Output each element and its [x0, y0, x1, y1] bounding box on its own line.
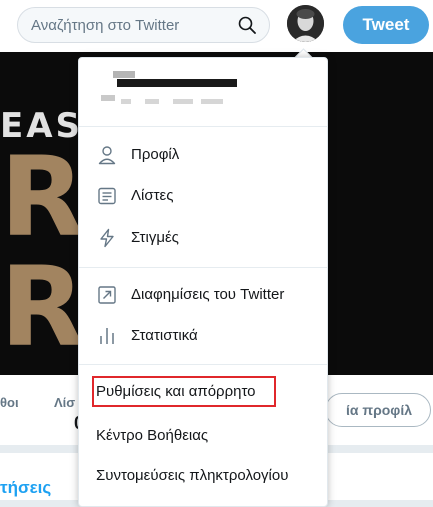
section-heading: τήσεις — [0, 478, 52, 497]
search-input[interactable]: Αναζήτηση στο Twitter — [17, 7, 270, 43]
menu-item-keyboard-shortcuts[interactable]: Συντομεύσεις πληκτρολογίου — [79, 457, 327, 497]
redacted-name — [117, 79, 237, 87]
menu-item-lists[interactable]: Λίστες — [79, 177, 327, 217]
menu-item-help-center[interactable]: Κέντρο Βοήθειας — [79, 417, 327, 457]
redacted-block — [113, 71, 135, 78]
menu-item-moments[interactable]: Στιγμές — [79, 219, 327, 259]
menu-item-analytics[interactable]: Στατιστικά — [79, 317, 327, 357]
divider — [79, 126, 327, 127]
menu-item-settings-privacy[interactable]: Ρυθμίσεις και απόρρητο — [79, 373, 327, 413]
menu-label-settings-privacy: Ρυθμίσεις και απόρρητο — [96, 383, 256, 400]
redacted-handle-3 — [145, 99, 159, 104]
menu-label-moments: Στιγμές — [131, 229, 179, 246]
moments-icon — [97, 228, 117, 248]
avatar[interactable] — [287, 5, 324, 42]
menu-label-analytics: Στατιστικά — [131, 327, 198, 344]
menu-label-twitter-ads: Διαφημίσεις του Twitter — [131, 286, 285, 303]
divider — [79, 267, 327, 268]
redacted-handle-2 — [121, 99, 131, 104]
profile-icon — [97, 145, 117, 165]
tab-lists-partial[interactable]: Λίσ — [54, 395, 75, 410]
user-info-redacted[interactable] — [79, 58, 327, 126]
tweet-button[interactable]: Tweet — [343, 6, 429, 44]
analytics-icon — [97, 326, 117, 346]
search-placeholder: Αναζήτηση στο Twitter — [31, 17, 180, 34]
divider — [79, 364, 327, 365]
redacted-handle-1 — [101, 95, 115, 101]
lists-icon — [97, 186, 117, 206]
menu-label-lists: Λίστες — [131, 187, 174, 204]
edit-profile-button[interactable]: ία προφίλ — [325, 393, 431, 427]
redacted-handle-5 — [201, 99, 223, 104]
ads-icon — [97, 285, 117, 305]
menu-item-twitter-ads[interactable]: Διαφημίσεις του Twitter — [79, 276, 327, 316]
menu-label-keyboard-shortcuts: Συντομεύσεις πληκτρολογίου — [96, 467, 289, 484]
account-dropdown-menu: Προφίλ Λίστες Στιγμές Διαφημίσεις του Tw… — [78, 57, 328, 507]
redacted-handle-4 — [173, 99, 193, 104]
search-icon[interactable] — [237, 15, 257, 40]
menu-label-profile: Προφίλ — [131, 146, 180, 163]
tab-partial-1[interactable]: θοι — [0, 395, 19, 410]
top-bar: Αναζήτηση στο Twitter Tweet — [0, 0, 433, 52]
edit-profile-label: ία προφίλ — [345, 402, 412, 418]
menu-item-profile[interactable]: Προφίλ — [79, 136, 327, 176]
menu-label-help-center: Κέντρο Βοήθειας — [96, 427, 209, 444]
